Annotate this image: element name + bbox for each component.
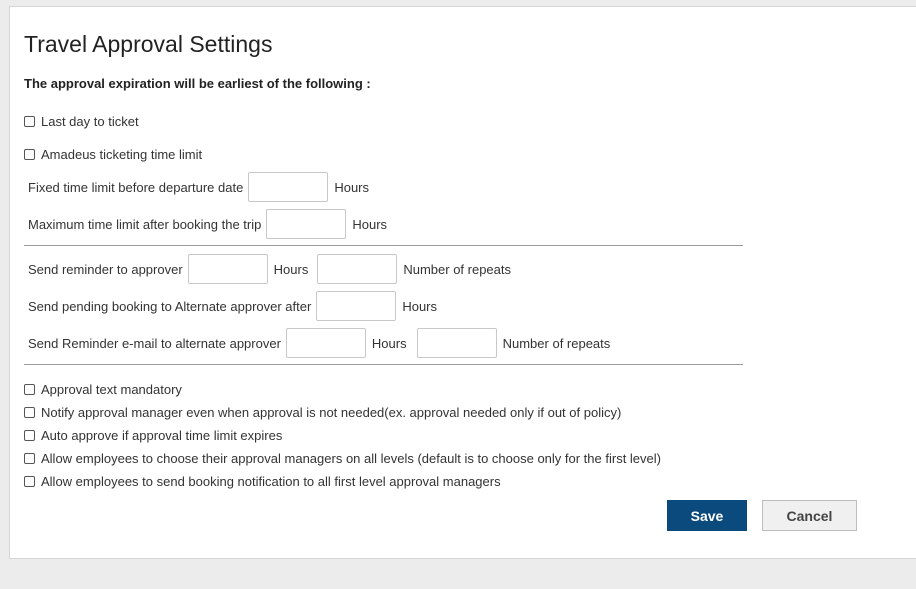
notify-approval-manager-checkbox[interactable] — [24, 407, 35, 418]
option-label: Notify approval manager even when approv… — [41, 405, 622, 420]
alternate-email-unit: Hours — [371, 335, 407, 351]
send-reminder-unit: Hours — [273, 261, 309, 277]
fixed-limit-input[interactable] — [248, 172, 329, 202]
last-day-to-ticket-checkbox[interactable] — [24, 116, 35, 127]
approval-text-mandatory-checkbox[interactable] — [24, 384, 35, 395]
cancel-button[interactable]: Cancel — [762, 500, 857, 531]
amadeus-time-limit-row: Amadeus ticketing time limit — [24, 147, 202, 162]
alternate-email-repeats-input[interactable] — [416, 328, 497, 358]
choose-managers-all-levels-checkbox[interactable] — [24, 453, 35, 464]
settings-panel: Travel Approval Settings The approval ex… — [9, 6, 916, 559]
last-day-to-ticket-label: Last day to ticket — [41, 114, 139, 129]
fixed-limit-unit: Hours — [334, 179, 370, 195]
expiration-subtitle: The approval expiration will be earliest… — [24, 76, 371, 91]
fixed-limit-row: Fixed time limit before departure date H… — [28, 172, 369, 202]
option-label: Allow employees to send booking notifica… — [41, 474, 501, 489]
option-label: Auto approve if approval time limit expi… — [41, 428, 283, 443]
option-row: Allow employees to choose their approval… — [24, 451, 661, 466]
send-reminder-repeats-label: Number of repeats — [403, 261, 512, 277]
amadeus-time-limit-checkbox[interactable] — [24, 149, 35, 160]
max-limit-input[interactable] — [266, 209, 347, 239]
pending-alternate-input[interactable] — [316, 291, 397, 321]
section-divider-1 — [24, 245, 743, 246]
option-row: Notify approval manager even when approv… — [24, 405, 621, 420]
option-label: Approval text mandatory — [41, 382, 182, 397]
fixed-limit-label: Fixed time limit before departure date — [28, 179, 244, 195]
pending-alternate-label: Send pending booking to Alternate approv… — [28, 298, 312, 314]
auto-approve-checkbox[interactable] — [24, 430, 35, 441]
option-label: Allow employees to choose their approval… — [41, 451, 661, 466]
send-reminder-repeats-input[interactable] — [317, 254, 398, 284]
send-reminder-row: Send reminder to approver Hours Number o… — [28, 254, 511, 284]
max-limit-unit: Hours — [352, 216, 388, 232]
send-booking-notification-checkbox[interactable] — [24, 476, 35, 487]
option-row: Allow employees to send booking notifica… — [24, 474, 501, 489]
alternate-email-hours-input[interactable] — [285, 328, 366, 358]
alternate-email-label: Send Reminder e-mail to alternate approv… — [28, 335, 281, 351]
alternate-email-repeats-label: Number of repeats — [502, 335, 611, 351]
pending-alternate-unit: Hours — [402, 298, 438, 314]
amadeus-time-limit-label: Amadeus ticketing time limit — [41, 147, 203, 162]
page-title: Travel Approval Settings — [24, 31, 273, 57]
save-button[interactable]: Save — [667, 500, 747, 531]
last-day-to-ticket-row: Last day to ticket — [24, 114, 139, 129]
send-reminder-label: Send reminder to approver — [28, 261, 183, 277]
max-limit-row: Maximum time limit after booking the tri… — [28, 209, 387, 239]
section-divider-2 — [24, 364, 743, 365]
send-reminder-hours-input[interactable] — [187, 254, 268, 284]
option-row: Auto approve if approval time limit expi… — [24, 428, 282, 443]
alternate-email-row: Send Reminder e-mail to alternate approv… — [28, 328, 610, 358]
max-limit-label: Maximum time limit after booking the tri… — [28, 216, 262, 232]
option-row: Approval text mandatory — [24, 382, 182, 397]
pending-alternate-row: Send pending booking to Alternate approv… — [28, 291, 437, 321]
